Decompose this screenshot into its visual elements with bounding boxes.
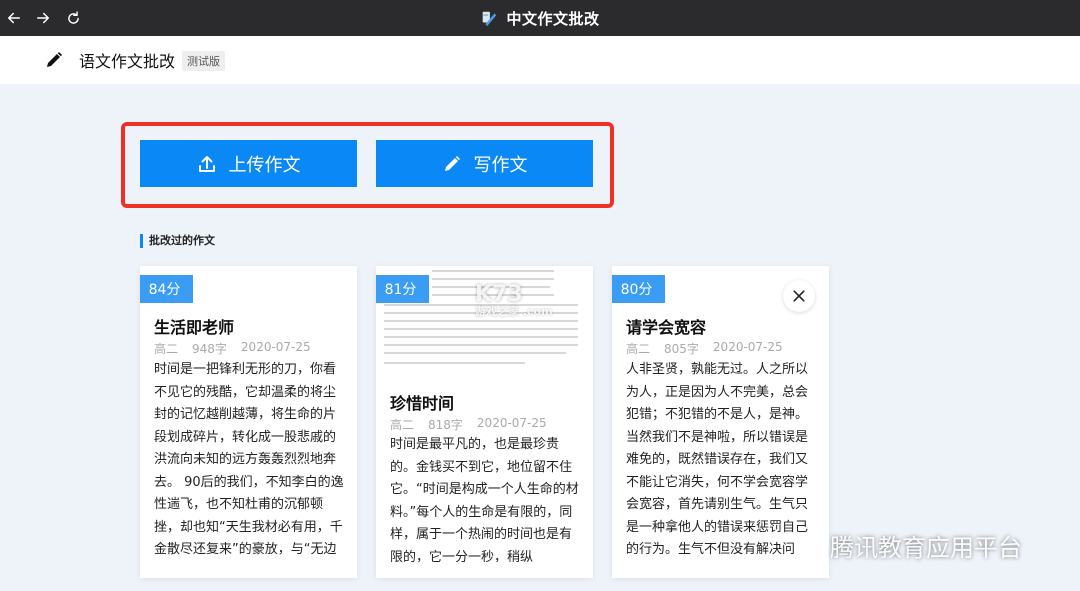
upload-essay-label: 上传作文	[228, 154, 301, 176]
close-button[interactable]	[783, 280, 815, 312]
k73-watermark-subtext: 游戏之家 .com	[475, 305, 553, 318]
essay-grade: 高二	[626, 342, 651, 356]
essay-title: 珍惜时间	[390, 394, 455, 413]
window-title-text: 中文作文批改	[506, 9, 600, 28]
essay-meta: 高二 805字 2020-07-25	[626, 340, 783, 357]
score-badge: 84分	[140, 275, 193, 303]
window-title: 中文作文批改	[0, 0, 1080, 36]
pencil-icon	[47, 52, 62, 67]
essay-title: 生活即老师	[154, 318, 235, 337]
essay-grade: 高二	[154, 342, 179, 356]
pencil-icon	[444, 155, 460, 171]
essay-date: 2020-07-25	[240, 340, 311, 354]
essay-meta: 高二 948字 2020-07-25	[154, 340, 311, 357]
essay-excerpt: 人非圣贤，孰能无过。人之所以为人，正是因为人不完美，总会犯错；不犯错的不是人，是…	[626, 362, 809, 557]
essay-date: 2020-07-25	[476, 416, 547, 430]
upload-essay-button[interactable]: 上传作文	[140, 140, 357, 187]
essay-excerpt: 时间是最平凡的，也是最珍贵的。金钱买不到它，地位留不住它。“时间是构成一个人生命…	[390, 437, 579, 562]
essay-date: 2020-07-25	[712, 340, 783, 354]
beta-badge: 测试版	[182, 51, 225, 71]
brand-watermark: 腾讯教育应用平台	[794, 528, 1022, 563]
section-title: 批改过的作文	[140, 234, 215, 248]
k73-watermark: K73 游戏之家 .com	[475, 282, 553, 319]
app-header: 语文作文批改 测试版	[0, 36, 1080, 84]
upload-icon	[198, 155, 215, 172]
essay-meta: 高二 818字 2020-07-25	[390, 416, 547, 433]
score-badge: 80分	[612, 275, 665, 303]
window-titlebar: 中文作文批改	[0, 0, 1080, 36]
essay-word-count: 818字	[428, 418, 463, 432]
essay-grade: 高二	[390, 418, 415, 432]
essay-word-count: 948字	[192, 342, 227, 356]
brand-watermark-text: 腾讯教育应用平台	[830, 534, 1022, 562]
app-icon	[483, 11, 497, 27]
essay-card[interactable]: 84分 生活即老师 高二 948字 2020-07-25 时间是一把锋利无形的刀…	[140, 266, 357, 578]
wechat-icon	[795, 535, 822, 556]
essay-title: 请学会宽容	[626, 318, 707, 337]
write-essay-button[interactable]: 写作文	[376, 140, 593, 187]
app-name: 语文作文批改	[79, 52, 176, 71]
close-icon	[793, 290, 805, 302]
essay-word-count: 805字	[664, 342, 699, 356]
score-badge: 81分	[376, 275, 429, 303]
essay-excerpt: 时间是一把锋利无形的刀，你看不见它的残酷，它却温柔的将尘封的记忆越削越薄，将生命…	[154, 362, 344, 557]
write-essay-label: 写作文	[473, 154, 528, 176]
